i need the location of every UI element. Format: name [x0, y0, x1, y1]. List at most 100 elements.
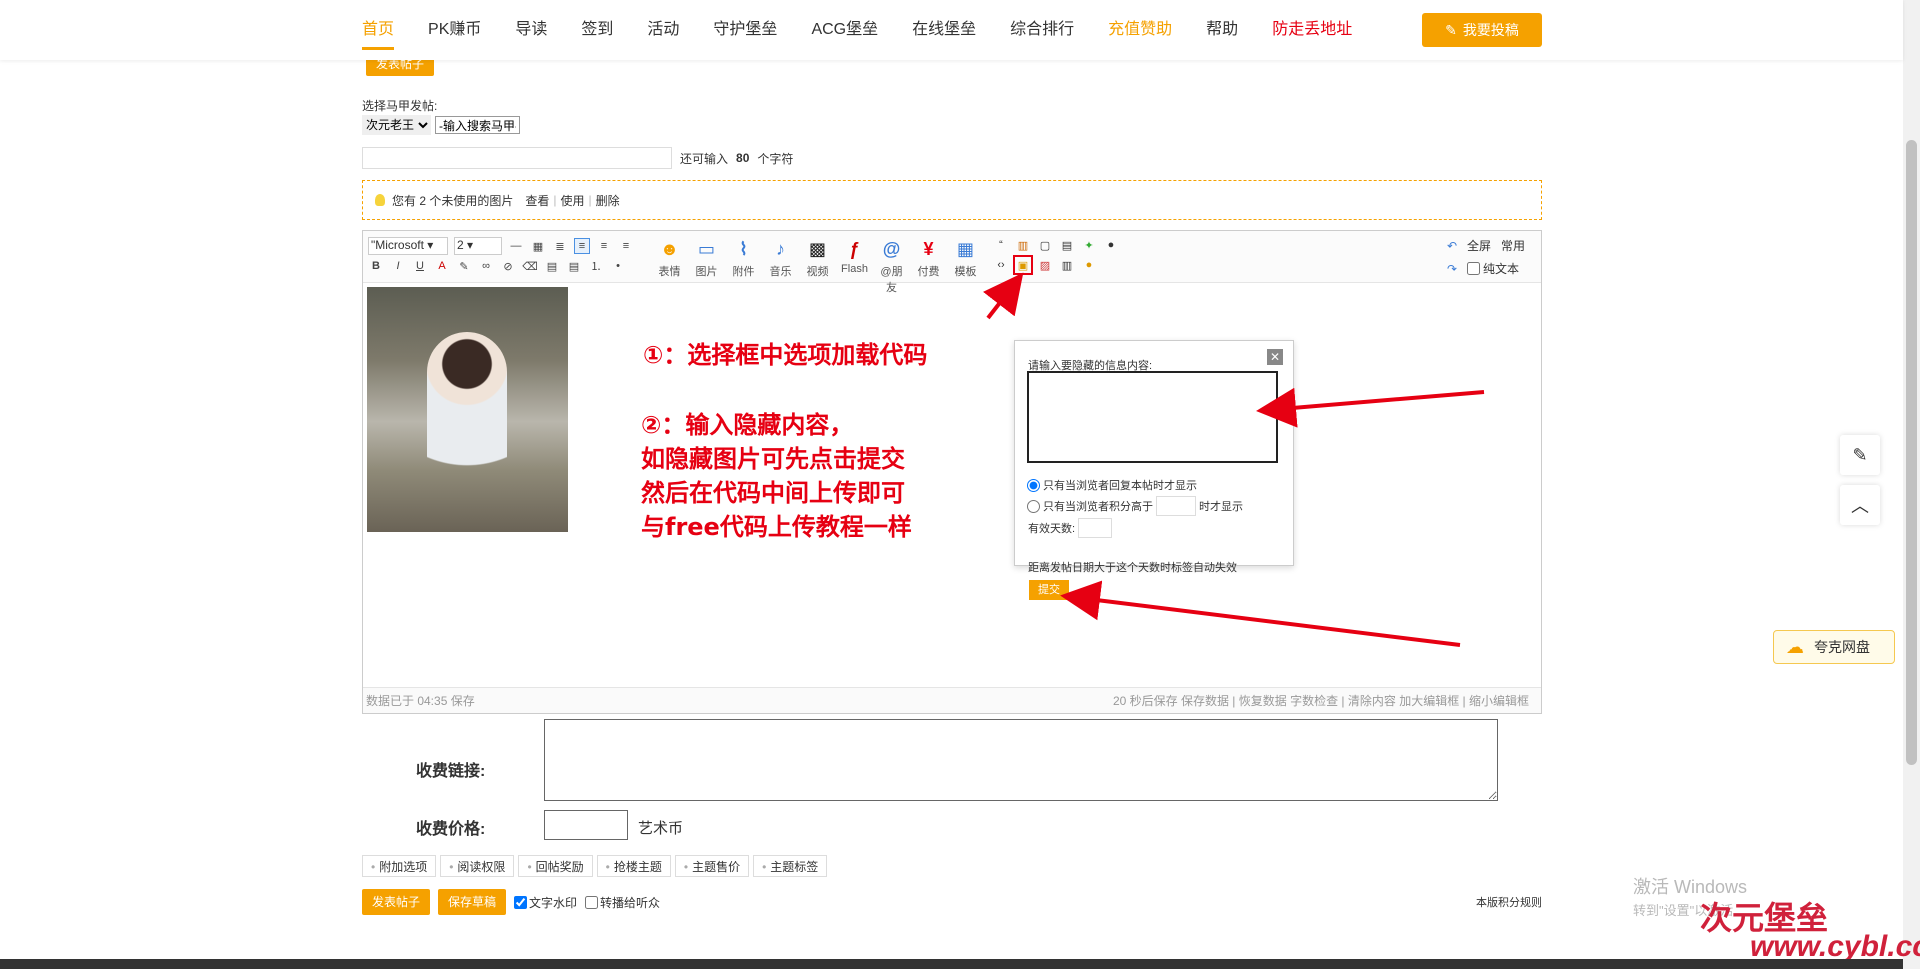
- submit-post-label: 我要投稿: [1462, 22, 1519, 38]
- indent-icon[interactable]: ≣: [552, 238, 568, 254]
- unordered-list-icon[interactable]: •: [610, 258, 626, 274]
- autosave-status: 数据已于 04:35 保存: [366, 694, 475, 708]
- credit-radio[interactable]: [1027, 499, 1040, 513]
- option-tags[interactable]: 主题标签: [753, 855, 828, 877]
- save-draft-button[interactable]: 保存草稿: [438, 889, 507, 915]
- editor-actions[interactable]: 20 秒后保存 保存数据 | 恢复数据 字数检查 | 清除内容 加大编辑框 | …: [1113, 692, 1529, 709]
- nav-ranking[interactable]: 综合排行: [1010, 0, 1074, 60]
- star-icon[interactable]: ✦: [1081, 237, 1097, 253]
- ordered-list-icon[interactable]: ⒈: [588, 258, 604, 274]
- credit-rules-link[interactable]: 本版积分规则: [1476, 894, 1542, 910]
- gallery-icon[interactable]: ▨: [1037, 257, 1053, 273]
- redo-icon[interactable]: ↷: [1447, 262, 1467, 276]
- undo-icon[interactable]: ↶: [1447, 239, 1467, 253]
- extra-tools: “ ▥ ▢ ▤ ✦ ● ‹› ▣ ▨ ▥ ●: [993, 237, 1125, 275]
- background-color-icon[interactable]: ✎: [456, 258, 472, 274]
- compose-icon: ✎: [1852, 444, 1868, 465]
- credit-radio-suffix: 时才显示: [1199, 501, 1243, 513]
- common-button[interactable]: 常用: [1501, 237, 1531, 254]
- window-icon[interactable]: ▢: [1037, 237, 1053, 253]
- align-right-icon[interactable]: ≡: [618, 238, 634, 254]
- option-price[interactable]: 主题售价: [674, 855, 750, 877]
- size-select[interactable]: 2 ▾: [454, 237, 502, 255]
- hr-icon[interactable]: —: [508, 238, 524, 254]
- main-nav: 首页 PK赚币 导读 签到 活动 守护堡垒 ACG堡垒 在线堡垒 综合排行 充值…: [362, 0, 1386, 60]
- post-options: 附加选项 阅读权限 回帖奖励 抢楼主题 主题售价 主题标签: [362, 855, 828, 877]
- server-icon[interactable]: ▤: [1059, 237, 1075, 253]
- option-floor-rush[interactable]: 抢楼主题: [596, 855, 671, 877]
- majia-select[interactable]: 次元老王: [362, 115, 431, 135]
- nav-pk[interactable]: PK赚币: [428, 0, 481, 60]
- lock-icon[interactable]: ▥: [1015, 237, 1031, 253]
- fee-price-input[interactable]: [544, 810, 628, 840]
- nav-guard[interactable]: 守护堡垒: [713, 0, 777, 60]
- notice-delete-link[interactable]: 删除: [596, 192, 620, 209]
- underline-icon[interactable]: U: [412, 258, 428, 274]
- float-right-icon[interactable]: ▤: [566, 258, 582, 274]
- scrollbar-thumb[interactable]: [1906, 140, 1917, 765]
- days-description: 距离发帖日期大于这个天数时标签自动失效: [1028, 562, 1237, 574]
- title-input[interactable]: [362, 147, 672, 169]
- close-icon[interactable]: ✕: [1267, 349, 1283, 365]
- nav-acg[interactable]: ACG堡垒: [811, 0, 878, 60]
- majia-search-input[interactable]: [435, 116, 520, 134]
- nav-events[interactable]: 活动: [647, 0, 679, 60]
- hide-content-dialog: 请输入要隐藏的信息内容: ✕ 只有当浏览者回复本帖时才显示 只有当浏览者积分高于…: [1014, 340, 1294, 600]
- credit-threshold-input[interactable]: [1156, 496, 1196, 516]
- code-icon[interactable]: ‹›: [993, 257, 1009, 273]
- nav-help[interactable]: 帮助: [1206, 0, 1238, 60]
- float-left-icon[interactable]: ▤: [544, 258, 560, 274]
- editor-content[interactable]: [363, 283, 1541, 687]
- font-select[interactable]: "Microsoft ▾: [368, 237, 448, 255]
- nav-signin[interactable]: 签到: [581, 0, 613, 60]
- hide-content-textarea[interactable]: [1027, 371, 1278, 463]
- edit-float-button[interactable]: ✎: [1840, 435, 1880, 475]
- nav-online[interactable]: 在线堡垒: [912, 0, 976, 60]
- align-center-icon[interactable]: ≡: [596, 238, 612, 254]
- page-scrollbar[interactable]: [1903, 0, 1920, 969]
- publish-button[interactable]: 发表帖子: [362, 889, 431, 915]
- plain-text-checkbox[interactable]: [1467, 262, 1480, 275]
- link-icon[interactable]: ∞: [478, 258, 494, 274]
- ball-icon[interactable]: ●: [1103, 237, 1119, 253]
- option-reply-reward[interactable]: 回帖奖励: [518, 855, 593, 877]
- days-input[interactable]: [1078, 518, 1113, 538]
- table-icon[interactable]: ▦: [530, 238, 546, 254]
- submit-post-button[interactable]: ✎ 我要投稿: [1422, 13, 1542, 47]
- bold-icon[interactable]: B: [368, 258, 384, 274]
- at-icon: @: [882, 238, 901, 259]
- quote-icon[interactable]: “: [993, 237, 1009, 253]
- hide-content-icon[interactable]: ▣: [1013, 255, 1033, 275]
- align-left-icon[interactable]: ≡: [574, 238, 590, 254]
- font-color-icon[interactable]: A: [434, 258, 450, 274]
- watermark-label: 文字水印: [529, 895, 578, 910]
- image-icon: ▭: [697, 238, 715, 259]
- option-extra[interactable]: 附加选项: [362, 855, 437, 877]
- list-box-icon[interactable]: ▥: [1059, 257, 1075, 273]
- music-icon: ♪: [776, 238, 785, 259]
- fee-link-textarea[interactable]: [544, 719, 1498, 801]
- fullscreen-button[interactable]: 全屏: [1467, 237, 1501, 254]
- broadcast-checkbox[interactable]: [585, 895, 599, 909]
- smiley-icon: ☻: [660, 238, 679, 259]
- option-read-permission[interactable]: 阅读权限: [440, 855, 515, 877]
- popup-submit-button[interactable]: 提交: [1029, 580, 1069, 600]
- nav-guide[interactable]: 导读: [515, 0, 547, 60]
- watermark-checkbox[interactable]: [514, 895, 528, 909]
- quark-drive-widget[interactable]: ☁ 夸克网盘: [1773, 630, 1895, 664]
- unused-images-notice: 您有 2 个未使用的图片 查看 | 使用 | 删除: [362, 180, 1542, 220]
- notice-view-link[interactable]: 查看: [525, 192, 549, 209]
- clear-format-icon[interactable]: ⌫: [522, 258, 538, 274]
- footer-bar: [0, 959, 1903, 969]
- bg-icon[interactable]: ●: [1081, 257, 1097, 273]
- nav-backup-address[interactable]: 防走丢地址: [1272, 0, 1352, 60]
- fee-unit: 艺术币: [638, 820, 684, 837]
- notice-use-link[interactable]: 使用: [560, 192, 584, 209]
- nav-donate[interactable]: 充值赞助: [1108, 0, 1172, 60]
- nav-home[interactable]: 首页: [362, 0, 395, 60]
- italic-icon[interactable]: I: [390, 258, 406, 274]
- bottom-actions: 发表帖子 保存草稿 文字水印 转播给听众: [362, 889, 660, 915]
- back-to-top-button[interactable]: ︿: [1840, 485, 1880, 525]
- reply-radio[interactable]: [1027, 478, 1040, 492]
- unlink-icon[interactable]: ⊘: [500, 258, 516, 274]
